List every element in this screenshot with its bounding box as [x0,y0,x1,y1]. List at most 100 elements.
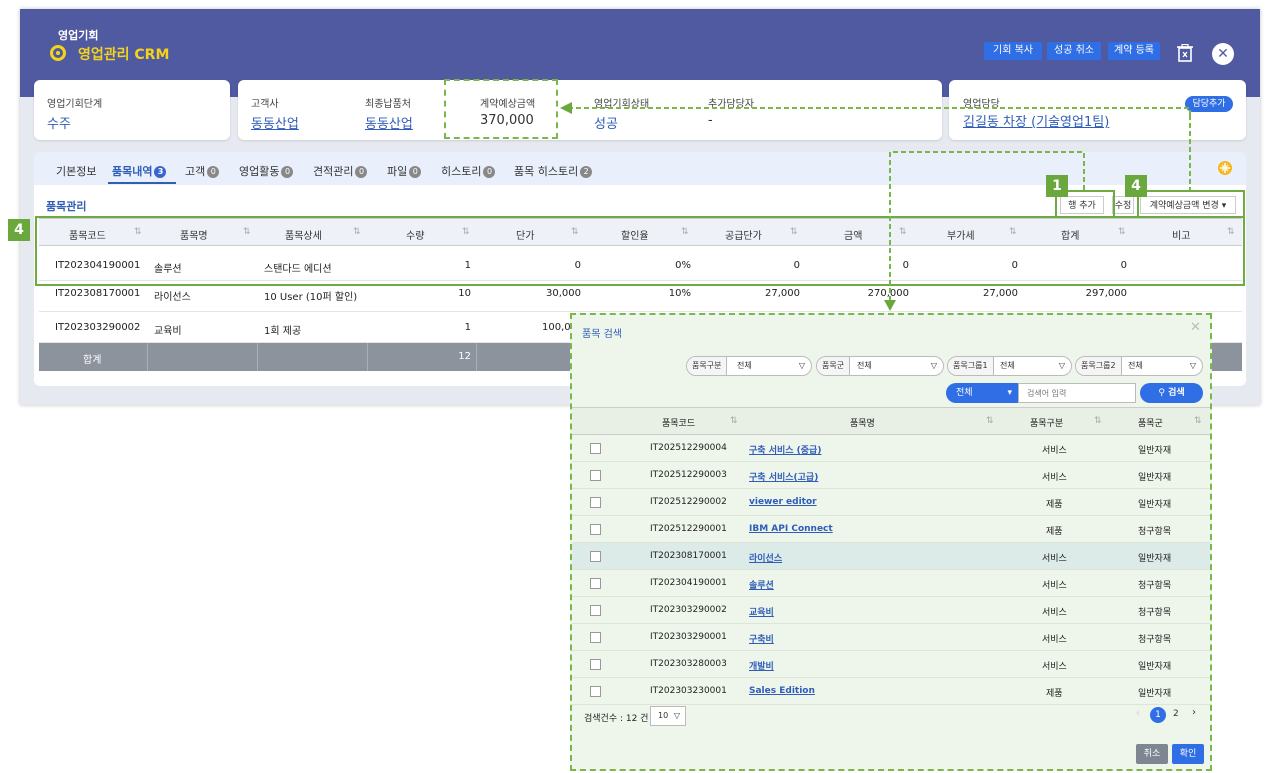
copy-opportunity-button[interactable]: 기회 복사 [984,42,1042,60]
row-checkbox[interactable] [590,524,601,535]
col-item-code[interactable]: 품목코드 [662,416,695,429]
tab-label: 견적관리 [313,165,354,178]
info-card: 고객사 동동산업 최종납품처 동동산업 계약예상금액 370,000 영업기회상… [238,80,942,140]
tab-files[interactable]: 파일 0 [387,163,422,179]
row-checkbox[interactable] [590,551,601,562]
cell-item-name-link[interactable]: IBM API Connect [749,524,833,534]
confirm-button[interactable]: 확인 [1172,744,1204,764]
close-icon[interactable]: ✕ [1212,43,1234,65]
row-checkbox[interactable] [590,605,601,616]
cell-item-type: 서비스 [1042,446,1067,456]
sort-icon[interactable]: ⇅ [730,416,738,426]
list-item[interactable]: IT202512290003 구축 서비스(고급) 서비스 일반자재 [572,462,1210,489]
active-tab-indicator [108,182,176,184]
chevron-down-icon: ▽ [1058,361,1065,370]
list-item[interactable]: IT202512290004 구축 서비스 (중급) 서비스 일반자재 [572,435,1210,462]
cancel-success-button[interactable]: 성공 취소 [1047,42,1101,60]
cell-item-detail: 10 User (10퍼 할인) [264,292,358,303]
list-item[interactable]: IT202512290001 IBM API Connect 제품 청구항목 [572,516,1210,543]
list-item[interactable]: IT202308170001 라이선스 서비스 일반자재 [572,543,1210,570]
list-item[interactable]: IT202303290002 교육비 서비스 청구항목 [572,597,1210,624]
row-checkbox[interactable] [590,659,601,670]
list-item[interactable]: IT202304190001 솔루션 서비스 청구항목 [572,570,1210,597]
add-owner-button[interactable]: 담당추가 [1185,96,1233,112]
filter-label: 품목구분 [687,357,728,375]
trash-icon[interactable] [1177,44,1193,62]
row-checkbox[interactable] [590,578,601,589]
cell-item-group: 일반자재 [1138,500,1172,510]
row-checkbox[interactable] [590,686,601,697]
cell-item-name-link[interactable]: 구축비 [749,632,774,645]
settings-icon[interactable] [1217,160,1233,176]
tab-item-details[interactable]: 품목내역 3 [112,163,167,179]
cell-item-type: 서비스 [1042,473,1067,483]
customer-label: 고객사 [251,99,279,110]
cell-item-code: IT202303290001 [650,632,727,642]
row-checkbox[interactable] [590,443,601,454]
owner-link[interactable]: 김길동 차장 (기술영업1팀) [963,111,1109,130]
delivery-link[interactable]: 동동산업 [365,113,413,132]
tab-sales-activity[interactable]: 영업활동 0 [239,163,294,179]
cell-item-type: 서비스 [1042,608,1067,618]
cell-item-name-link[interactable]: 교육비 [749,605,774,618]
cell-item-name-link[interactable]: 구축 서비스(고급) [749,470,818,483]
sort-icon[interactable]: ⇅ [1194,416,1202,426]
cell-item-name-link[interactable]: 솔루션 [749,578,774,591]
col-item-group[interactable]: 품목군 [1138,416,1163,429]
sort-icon[interactable]: ⇅ [986,416,994,426]
sort-icon[interactable]: ⇅ [1094,416,1102,426]
cell-item-code: IT202308170001 [650,551,727,561]
item-group1-select[interactable]: 품목그룹1 전체 ▽ [947,356,1072,376]
cell-item-name-link[interactable]: 라이선스 [749,551,782,564]
tab-quotation[interactable]: 견적관리 0 [313,163,368,179]
step-marker: 1 [1046,175,1068,197]
filter-value: 전체 [1128,361,1143,370]
filter-value: 전체 [737,361,752,370]
cell-item-name-link[interactable]: viewer editor [749,497,817,507]
row-checkbox[interactable] [590,470,601,481]
register-contract-button[interactable]: 계약 등록 [1108,42,1160,60]
tab-label: 기본정보 [56,165,97,178]
col-item-type[interactable]: 품목구분 [1030,416,1063,429]
search-input[interactable] [1018,383,1136,403]
item-type-select[interactable]: 품목구분 전체 ▽ [686,356,812,376]
search-button[interactable]: ⚲ 검색 [1140,383,1203,403]
close-icon[interactable]: ✕ [1190,320,1201,335]
cell-unit-price: 100,0 [542,322,571,333]
tab-basic-info[interactable]: 기본정보 [56,163,96,179]
amount-highlight-box [444,79,558,139]
row-checkbox[interactable] [590,497,601,508]
next-page-icon[interactable]: › [1192,707,1196,718]
item-group-select[interactable]: 품목군 전체 ▽ [816,356,944,376]
cell-item-name-link[interactable]: Sales Edition [749,686,815,696]
cell-item-name-link[interactable]: 구축 서비스 (중급) [749,443,821,456]
logo-icon [50,45,66,61]
cancel-button[interactable]: 취소 [1136,744,1168,764]
page-1[interactable]: 1 [1150,707,1166,723]
item-group2-select[interactable]: 품목그룹2 전체 ▽ [1075,356,1203,376]
cell-item-group: 일반자재 [1138,473,1172,483]
col-item-name[interactable]: 품목명 [850,416,875,429]
tab-label: 히스토리 [441,165,482,178]
list-item[interactable]: IT202303280003 개발비 서비스 일반자재 [572,651,1210,678]
prev-page-icon[interactable]: ‹ [1136,708,1140,719]
status-label: 영업기회상태 [594,99,650,110]
tab-customer[interactable]: 고객 0 [185,163,220,179]
tab-item-history[interactable]: 품목 히스토리 2 [514,163,593,179]
header-subtitle: 영업기회 [58,29,99,42]
cell-item-group: 청구항목 [1138,581,1172,591]
search-scope-select[interactable]: 전체 ▾ [946,383,1018,403]
row-checkbox[interactable] [590,632,601,643]
owner-label: 영업담당 [963,99,1000,110]
cell-item-name-link[interactable]: 개발비 [749,659,774,672]
list-item[interactable]: IT202303230001 Sales Edition 제품 일반자재 [572,678,1210,705]
total-label: 합계 [83,355,102,366]
page-size-select[interactable]: 10 ▽ [650,706,686,726]
list-item[interactable]: IT202512290002 viewer editor 제품 일반자재 [572,489,1210,516]
edit-button[interactable]: 수정 [1112,196,1134,214]
page-title: 영업관리 CRM [78,47,170,63]
customer-link[interactable]: 동동산업 [251,113,299,132]
list-item[interactable]: IT202303290001 구축비 서비스 청구항목 [572,624,1210,651]
tab-history[interactable]: 히스토리 0 [441,163,496,179]
page-2[interactable]: 2 [1173,709,1179,719]
